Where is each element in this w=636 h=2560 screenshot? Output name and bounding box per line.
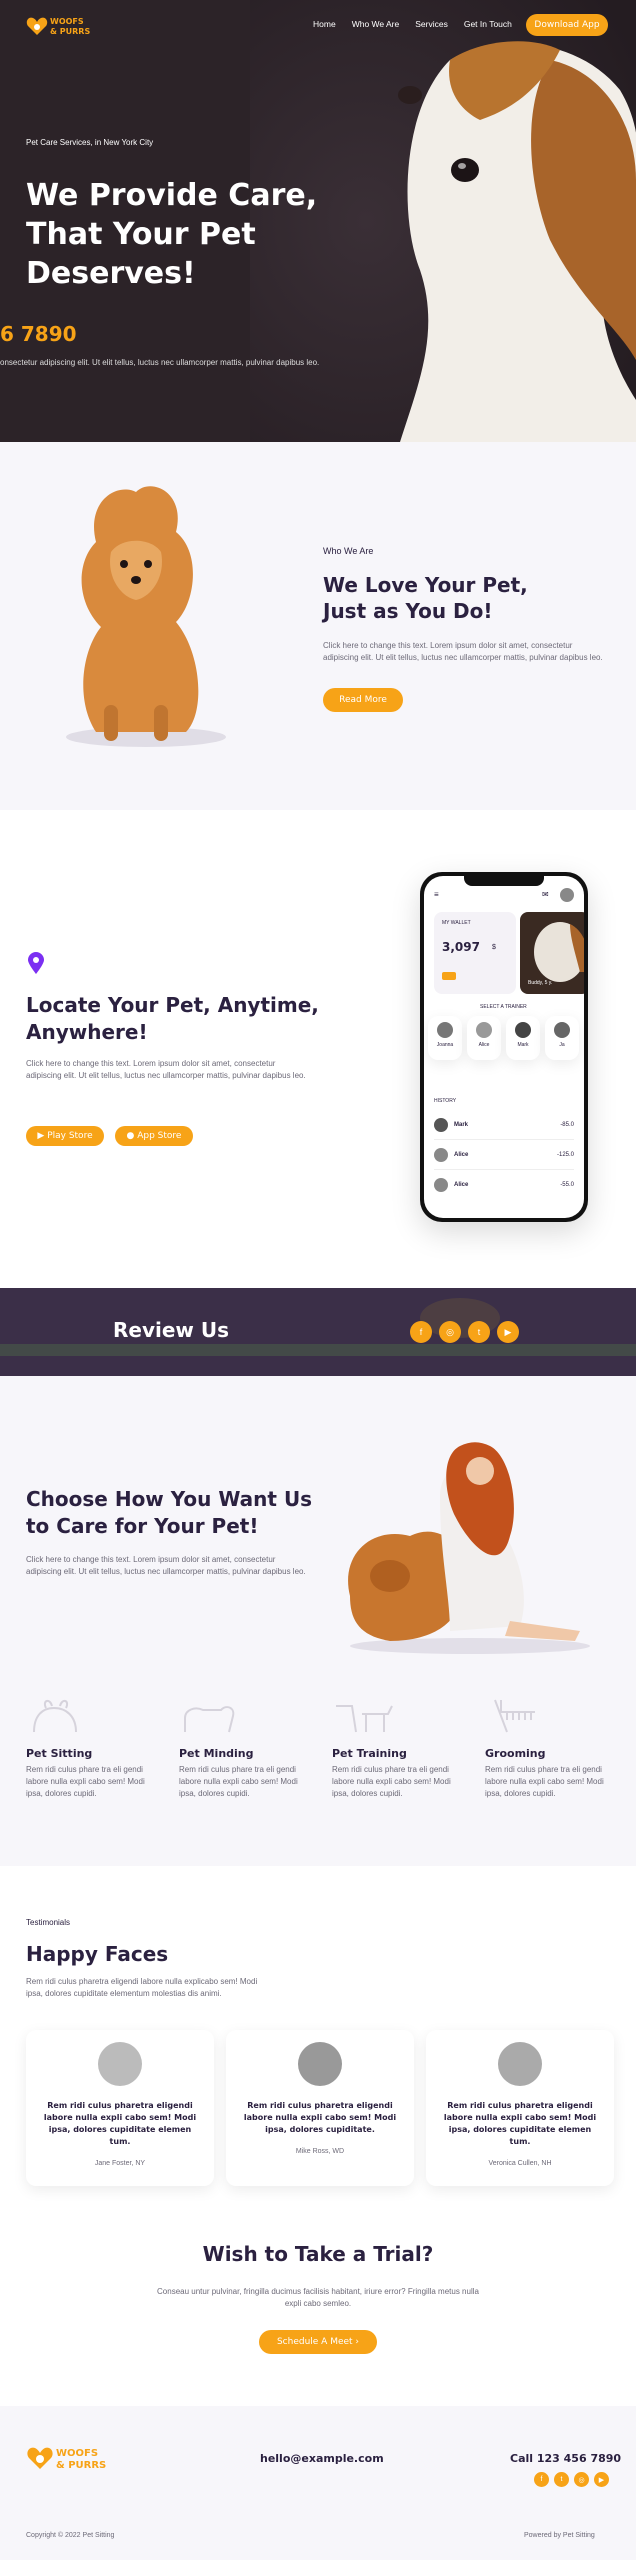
footer-social: f t ◎ ▶	[534, 2472, 609, 2487]
pet-card[interactable]: Buddy, 5 y.	[520, 912, 584, 994]
testimonial-card: Rem ridi culus pharetra eligendi labore …	[226, 2030, 414, 2186]
about-eyebrow: Who We Are	[323, 546, 374, 556]
trainer-list: Joanna Alice Mark Ja	[428, 1016, 579, 1060]
testimonial-card: Rem ridi culus pharetra eligendi labore …	[26, 2030, 214, 2186]
testimonials-section: Testimonials Happy Faces Rem ridi culus …	[0, 1866, 636, 2406]
testimonials-eyebrow: Testimonials	[26, 1918, 71, 1927]
choose-text: Click here to change this text. Lorem ip…	[26, 1555, 306, 1576]
twitter-icon[interactable]: t	[468, 1321, 490, 1343]
service-card[interactable]: Pet Minding Rem ridi culus phare tra eli…	[179, 1696, 310, 1800]
history-list: Mark -85.0 Alice -125.0 Alice -55.0	[434, 1110, 574, 1200]
review-title: Review Us	[113, 1318, 230, 1342]
heart-paw-icon	[26, 17, 48, 35]
youtube-icon[interactable]: ▶	[594, 2472, 609, 2487]
nav-services[interactable]: Services	[415, 19, 448, 29]
locate-text: Click here to change this text. Lorem ip…	[26, 1059, 306, 1080]
phone-screen: ≡ ✉ MY WALLET 3,097 $ Buddy, 5 y. SELECT…	[424, 876, 584, 1218]
avatar	[298, 2042, 342, 2086]
testimonial-list: Rem ridi culus pharetra eligendi labore …	[26, 2030, 614, 2186]
phone-mockup: ≡ ✉ MY WALLET 3,097 $ Buddy, 5 y. SELECT…	[420, 872, 588, 1222]
service-card[interactable]: Pet Training Rem ridi culus phare tra el…	[332, 1696, 463, 1800]
hero-text: onsectetur adipiscing elit. Ut elit tell…	[0, 358, 320, 367]
service-card[interactable]: Grooming Rem ridi culus phare tra eli ge…	[485, 1696, 616, 1800]
arrow-right-icon: ›	[352, 2337, 360, 2347]
trainer-card[interactable]: Joanna	[428, 1016, 462, 1060]
history-row[interactable]: Mark -85.0	[434, 1110, 574, 1140]
facebook-icon[interactable]: f	[534, 2472, 549, 2487]
powered-by: Powered by Pet Sitting	[524, 2532, 595, 2539]
choose-title: Choose How You Want Us to Care for Your …	[26, 1487, 313, 1538]
play-store-button[interactable]: ▶ Play Store	[26, 1126, 104, 1146]
girl-with-dog-photo	[348, 1442, 590, 1654]
footer: WOOFS & PURRS hello@example.com Call 123…	[0, 2406, 636, 2560]
twitter-icon[interactable]: t	[554, 2472, 569, 2487]
card-chip-icon	[442, 972, 456, 980]
app-store-button[interactable]: ● App Store	[115, 1126, 193, 1146]
copyright: Copyright © 2022 Pet Sitting	[26, 2532, 115, 2539]
about-title: We Love Your Pet, Just as You Do!	[323, 573, 528, 623]
services-grid: Pet Sitting Rem ridi culus phare tra eli…	[26, 1696, 616, 1800]
testimonial-card: Rem ridi culus pharetra eligendi labore …	[426, 2030, 614, 2186]
about-section: Who We Are We Love Your Pet, Just as You…	[0, 442, 636, 810]
choose-section: Choose How You Want Us to Care for Your …	[0, 1376, 636, 1866]
locate-title: Locate Your Pet, Anytime, Anywhere!	[26, 993, 319, 1044]
history-row[interactable]: Alice -125.0	[434, 1140, 574, 1170]
locate-section: Locate Your Pet, Anytime, Anywhere! Clic…	[0, 810, 636, 1288]
testimonials-text: Rem ridi culus pharetra eligendi labore …	[26, 1977, 258, 1998]
nav-who-we-are[interactable]: Who We Are	[352, 19, 400, 29]
youtube-icon[interactable]: ▶	[497, 1321, 519, 1343]
footer-phone[interactable]: Call 123 456 7890	[510, 2452, 621, 2465]
nav-home[interactable]: Home	[313, 19, 336, 29]
download-app-button[interactable]: Download App	[526, 14, 608, 36]
avatar[interactable]	[560, 888, 574, 902]
instagram-icon[interactable]: ◎	[574, 2472, 589, 2487]
history-row[interactable]: Alice -55.0	[434, 1170, 574, 1200]
trainer-card[interactable]: Ja	[545, 1016, 579, 1060]
brand-logo[interactable]: WOOFS & PURRS	[26, 14, 98, 40]
review-social: f ◎ t ▶	[410, 1321, 519, 1343]
trainer-card[interactable]: Mark	[506, 1016, 540, 1060]
avatar	[498, 2042, 542, 2086]
grooming-comb-icon	[494, 1699, 535, 1733]
about-text: Click here to change this text. Lorem ip…	[323, 641, 603, 662]
pomeranian-photo	[66, 486, 226, 747]
read-more-button[interactable]: Read More	[323, 688, 403, 712]
trainer-card[interactable]: Alice	[467, 1016, 501, 1060]
play-icon: ▶	[37, 1131, 48, 1141]
dog-training-icon	[336, 1705, 393, 1733]
nav-get-in-touch[interactable]: Get In Touch	[464, 19, 512, 29]
instagram-icon[interactable]: ◎	[439, 1321, 461, 1343]
dog-sitting-icon	[33, 1700, 77, 1733]
heart-paw-icon	[27, 2447, 53, 2469]
main-nav: Home Who We Are Services Get In Touch	[313, 19, 512, 29]
review-section: Review Us f ◎ t ▶	[0, 1288, 636, 1376]
facebook-icon[interactable]: f	[410, 1321, 432, 1343]
location-pin-icon	[28, 952, 44, 974]
testimonials-title: Happy Faces	[26, 1942, 169, 1966]
footer-email[interactable]: hello@example.com	[260, 2452, 384, 2465]
hero-section: WOOFS & PURRS Home Who We Are Services G…	[0, 0, 636, 442]
avatar	[98, 2042, 142, 2086]
apple-icon: ●	[126, 1131, 138, 1141]
dog-minding-icon	[184, 1706, 235, 1733]
trial-text: Conseau untur pulvinar, fringilla ducimu…	[157, 2287, 479, 2308]
hero-phone: 6 7890	[0, 322, 77, 346]
schedule-meet-button[interactable]: Schedule A Meet ›	[259, 2330, 377, 2354]
service-card[interactable]: Pet Sitting Rem ridi culus phare tra eli…	[26, 1696, 157, 1800]
hero-eyebrow: Pet Care Services, in New York City	[26, 138, 154, 147]
hero-title: We Provide Care, That Your Pet Deserves!	[26, 178, 318, 291]
notification-icon[interactable]: ✉	[542, 890, 549, 899]
wallet-card[interactable]: MY WALLET 3,097 $	[434, 912, 516, 994]
trial-title: Wish to Take a Trial?	[202, 2242, 434, 2266]
footer-logo[interactable]: WOOFS & PURRS	[26, 2444, 116, 2474]
menu-icon[interactable]: ≡	[434, 890, 439, 899]
